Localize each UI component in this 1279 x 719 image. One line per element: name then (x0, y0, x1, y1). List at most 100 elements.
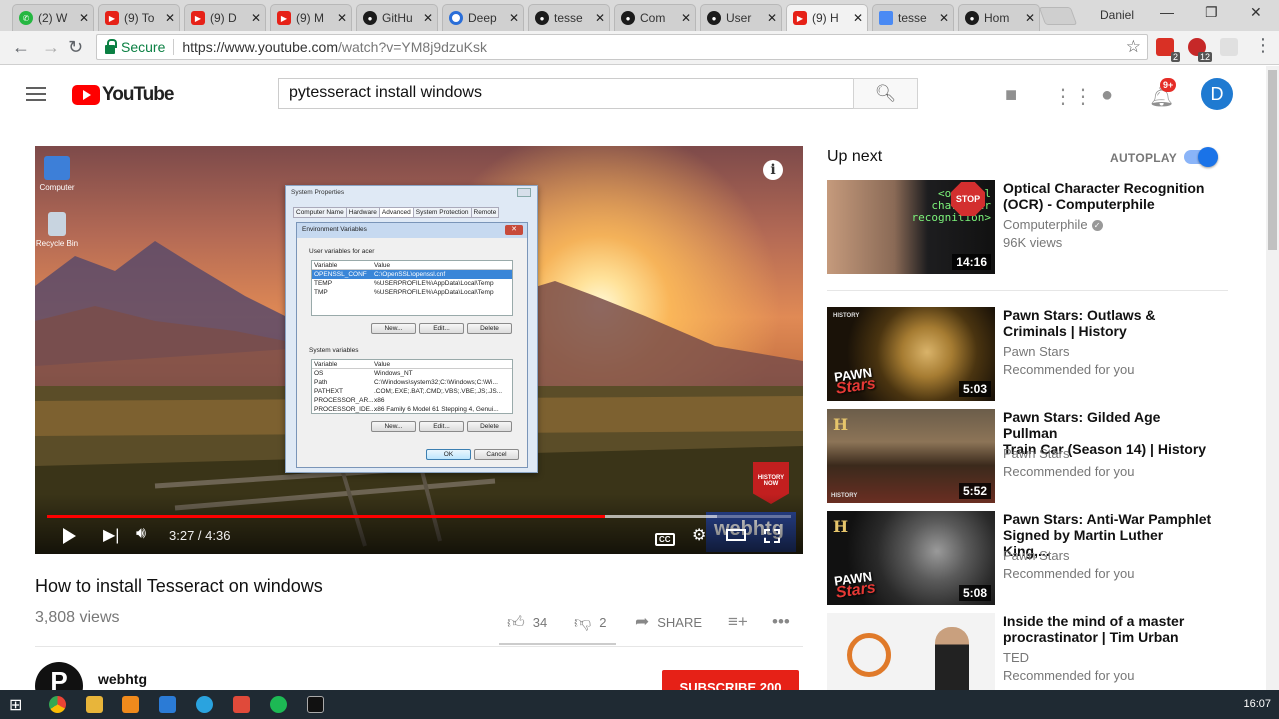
captions-button[interactable]: CC (655, 529, 675, 547)
address-bar[interactable]: Secure https://www.youtube.com/watch?v=Y… (96, 34, 1148, 60)
chrome-icon[interactable] (49, 696, 66, 713)
recommended-video[interactable]: H HISTORY 5:52 Pawn Stars: Gilded Age Pu… (827, 409, 1237, 503)
sentiment-bar (499, 643, 616, 645)
dislike-button[interactable]: 👎︎ 2 (574, 612, 607, 633)
deep-icon (449, 11, 463, 25)
restore-icon[interactable]: ❐ (1205, 4, 1218, 21)
extension-icon[interactable] (1220, 38, 1238, 56)
recommended-video[interactable]: H PAWN Stars 5:08 Pawn Stars: Anti-War Pa… (827, 511, 1237, 605)
bookmark-star-icon[interactable]: ☆ (1126, 37, 1141, 57)
hamburger-menu-icon[interactable] (26, 87, 46, 105)
notification-badge: 9+ (1160, 78, 1177, 92)
info-icon[interactable]: i (763, 160, 783, 180)
new-tab-button[interactable] (1038, 7, 1078, 25)
browser-tab-active[interactable]: ▶ (9) H ✕ (786, 4, 868, 31)
close-tab-icon[interactable]: ✕ (595, 11, 605, 25)
video-player[interactable]: Computer Recycle Bin System Properties C… (35, 146, 803, 554)
vscode-icon[interactable] (159, 696, 176, 713)
close-tab-icon[interactable]: ✕ (939, 11, 949, 25)
sublime-text-icon[interactable] (122, 696, 139, 713)
windows-start-icon[interactable]: ⊞ (9, 695, 22, 715)
close-tab-icon[interactable]: ✕ (79, 11, 89, 25)
browser-tab[interactable]: ● Hom ✕ (958, 4, 1040, 31)
close-tab-icon[interactable]: ✕ (1025, 11, 1035, 25)
reload-icon[interactable]: ↻ (68, 37, 83, 58)
forward-arrow-icon[interactable]: → (42, 37, 60, 58)
recommended-video[interactable]: <optical character recognition> STOP 14:… (827, 180, 1237, 274)
dialog-close-icon: ✕ (505, 225, 523, 235)
file-explorer-icon[interactable] (86, 696, 103, 713)
like-button[interactable]: 👍︎ 34 (507, 612, 547, 633)
page-scrollbar[interactable] (1266, 66, 1279, 690)
channel-name: Pawn Stars (1003, 548, 1070, 563)
minimize-icon[interactable]: — (1160, 4, 1174, 20)
share-button[interactable]: ➦ SHARE (635, 612, 702, 632)
add-to-playlist-button[interactable]: ≡+ (728, 612, 756, 632)
profile-name[interactable]: Daniel (1100, 8, 1134, 22)
chrome-menu-icon[interactable]: ⋮ (1254, 35, 1272, 56)
progress-bar[interactable] (47, 515, 791, 518)
autoplay-toggle[interactable] (1184, 147, 1218, 167)
window-close-icon[interactable]: ✕ (1250, 4, 1262, 21)
adblock-icon[interactable]: 12 (1188, 38, 1212, 62)
next-button[interactable]: ▶| (103, 525, 119, 545)
close-tab-icon[interactable]: ✕ (423, 11, 433, 25)
dialog-tabs: Computer Name Hardware Advanced System P… (293, 207, 500, 218)
dialog-close-icon (517, 188, 531, 197)
close-tab-icon[interactable]: ✕ (681, 11, 691, 25)
browser-tab[interactable]: ● tesse ✕ (528, 4, 610, 31)
git-client-icon[interactable] (233, 696, 250, 713)
close-tab-icon[interactable]: ✕ (165, 11, 175, 25)
terminal-icon[interactable] (307, 696, 324, 713)
controls-gradient (35, 494, 803, 554)
video-thumbnail[interactable]: H HISTORY 5:52 (827, 409, 995, 503)
more-actions-button[interactable]: ••• (772, 612, 798, 632)
search-icon: 🔍︎ (874, 83, 897, 103)
browser-tab[interactable]: Deep ✕ (442, 4, 524, 31)
youtube-logo[interactable]: YouTube (72, 84, 174, 106)
close-tab-icon[interactable]: ✕ (509, 11, 519, 25)
settings-button[interactable]: ⚙ (692, 525, 706, 545)
browser-tab[interactable]: ▶ (9) D ✕ (184, 4, 266, 31)
browser-tab[interactable]: ▶ (9) To ✕ (98, 4, 180, 31)
lock-icon (105, 38, 117, 54)
youtube-masthead: YouTube pytesseract install windows 🔍︎ ■… (0, 66, 1266, 123)
telegram-icon[interactable] (196, 696, 213, 713)
search-input[interactable]: pytesseract install windows (278, 78, 854, 109)
youtube-icon: ▶ (191, 11, 205, 25)
search-button[interactable]: 🔍︎ (853, 78, 918, 109)
close-tab-icon[interactable]: ✕ (251, 11, 261, 25)
video-thumbnail[interactable]: <optical character recognition> STOP 14:… (827, 180, 995, 274)
play-icon (63, 528, 76, 544)
browser-tab[interactable]: ▶ (9) M ✕ (270, 4, 352, 31)
close-tab-icon[interactable]: ✕ (337, 11, 347, 25)
extension-icon[interactable]: 2 (1156, 38, 1180, 62)
browser-tab[interactable]: tesse ✕ (872, 4, 954, 31)
upload-video-icon[interactable]: ■ (1005, 84, 1017, 107)
scrollbar-thumb[interactable] (1268, 70, 1277, 250)
back-arrow-icon[interactable]: ← (12, 37, 30, 58)
fullscreen-icon (764, 529, 780, 543)
channel-name[interactable]: webhtg (98, 671, 147, 687)
fullscreen-button[interactable] (764, 529, 780, 543)
play-button[interactable] (63, 528, 76, 544)
view-count: 3,808 views (35, 609, 120, 626)
account-avatar[interactable]: D (1201, 78, 1233, 110)
messages-icon[interactable]: ● (1101, 84, 1113, 107)
video-duration: 5:03 (958, 381, 991, 397)
browser-tab[interactable]: ● User ✕ (700, 4, 782, 31)
browser-tab[interactable]: ✆ (2) W ✕ (12, 4, 94, 31)
browser-tab[interactable]: ● GitHu ✕ (356, 4, 438, 31)
recommended-video[interactable]: HISTORY PAWN Stars 5:03 Pawn Stars: Outla… (827, 307, 1237, 401)
url-text[interactable]: https://www.youtube.com/watch?v=YM8j9dzu… (182, 39, 487, 55)
theater-mode-button[interactable] (726, 529, 746, 541)
video-thumbnail[interactable]: H PAWN Stars 5:08 (827, 511, 995, 605)
video-thumbnail[interactable]: HISTORY PAWN Stars 5:03 (827, 307, 995, 401)
apps-grid-icon[interactable]: ⋮⋮ (1053, 84, 1093, 109)
spotify-icon[interactable] (270, 696, 287, 713)
close-tab-icon[interactable]: ✕ (853, 11, 863, 25)
github-icon: ● (535, 11, 549, 25)
close-tab-icon[interactable]: ✕ (767, 11, 777, 25)
volume-button[interactable]: 🔊︎ (136, 525, 146, 543)
browser-tab[interactable]: ● Com ✕ (614, 4, 696, 31)
